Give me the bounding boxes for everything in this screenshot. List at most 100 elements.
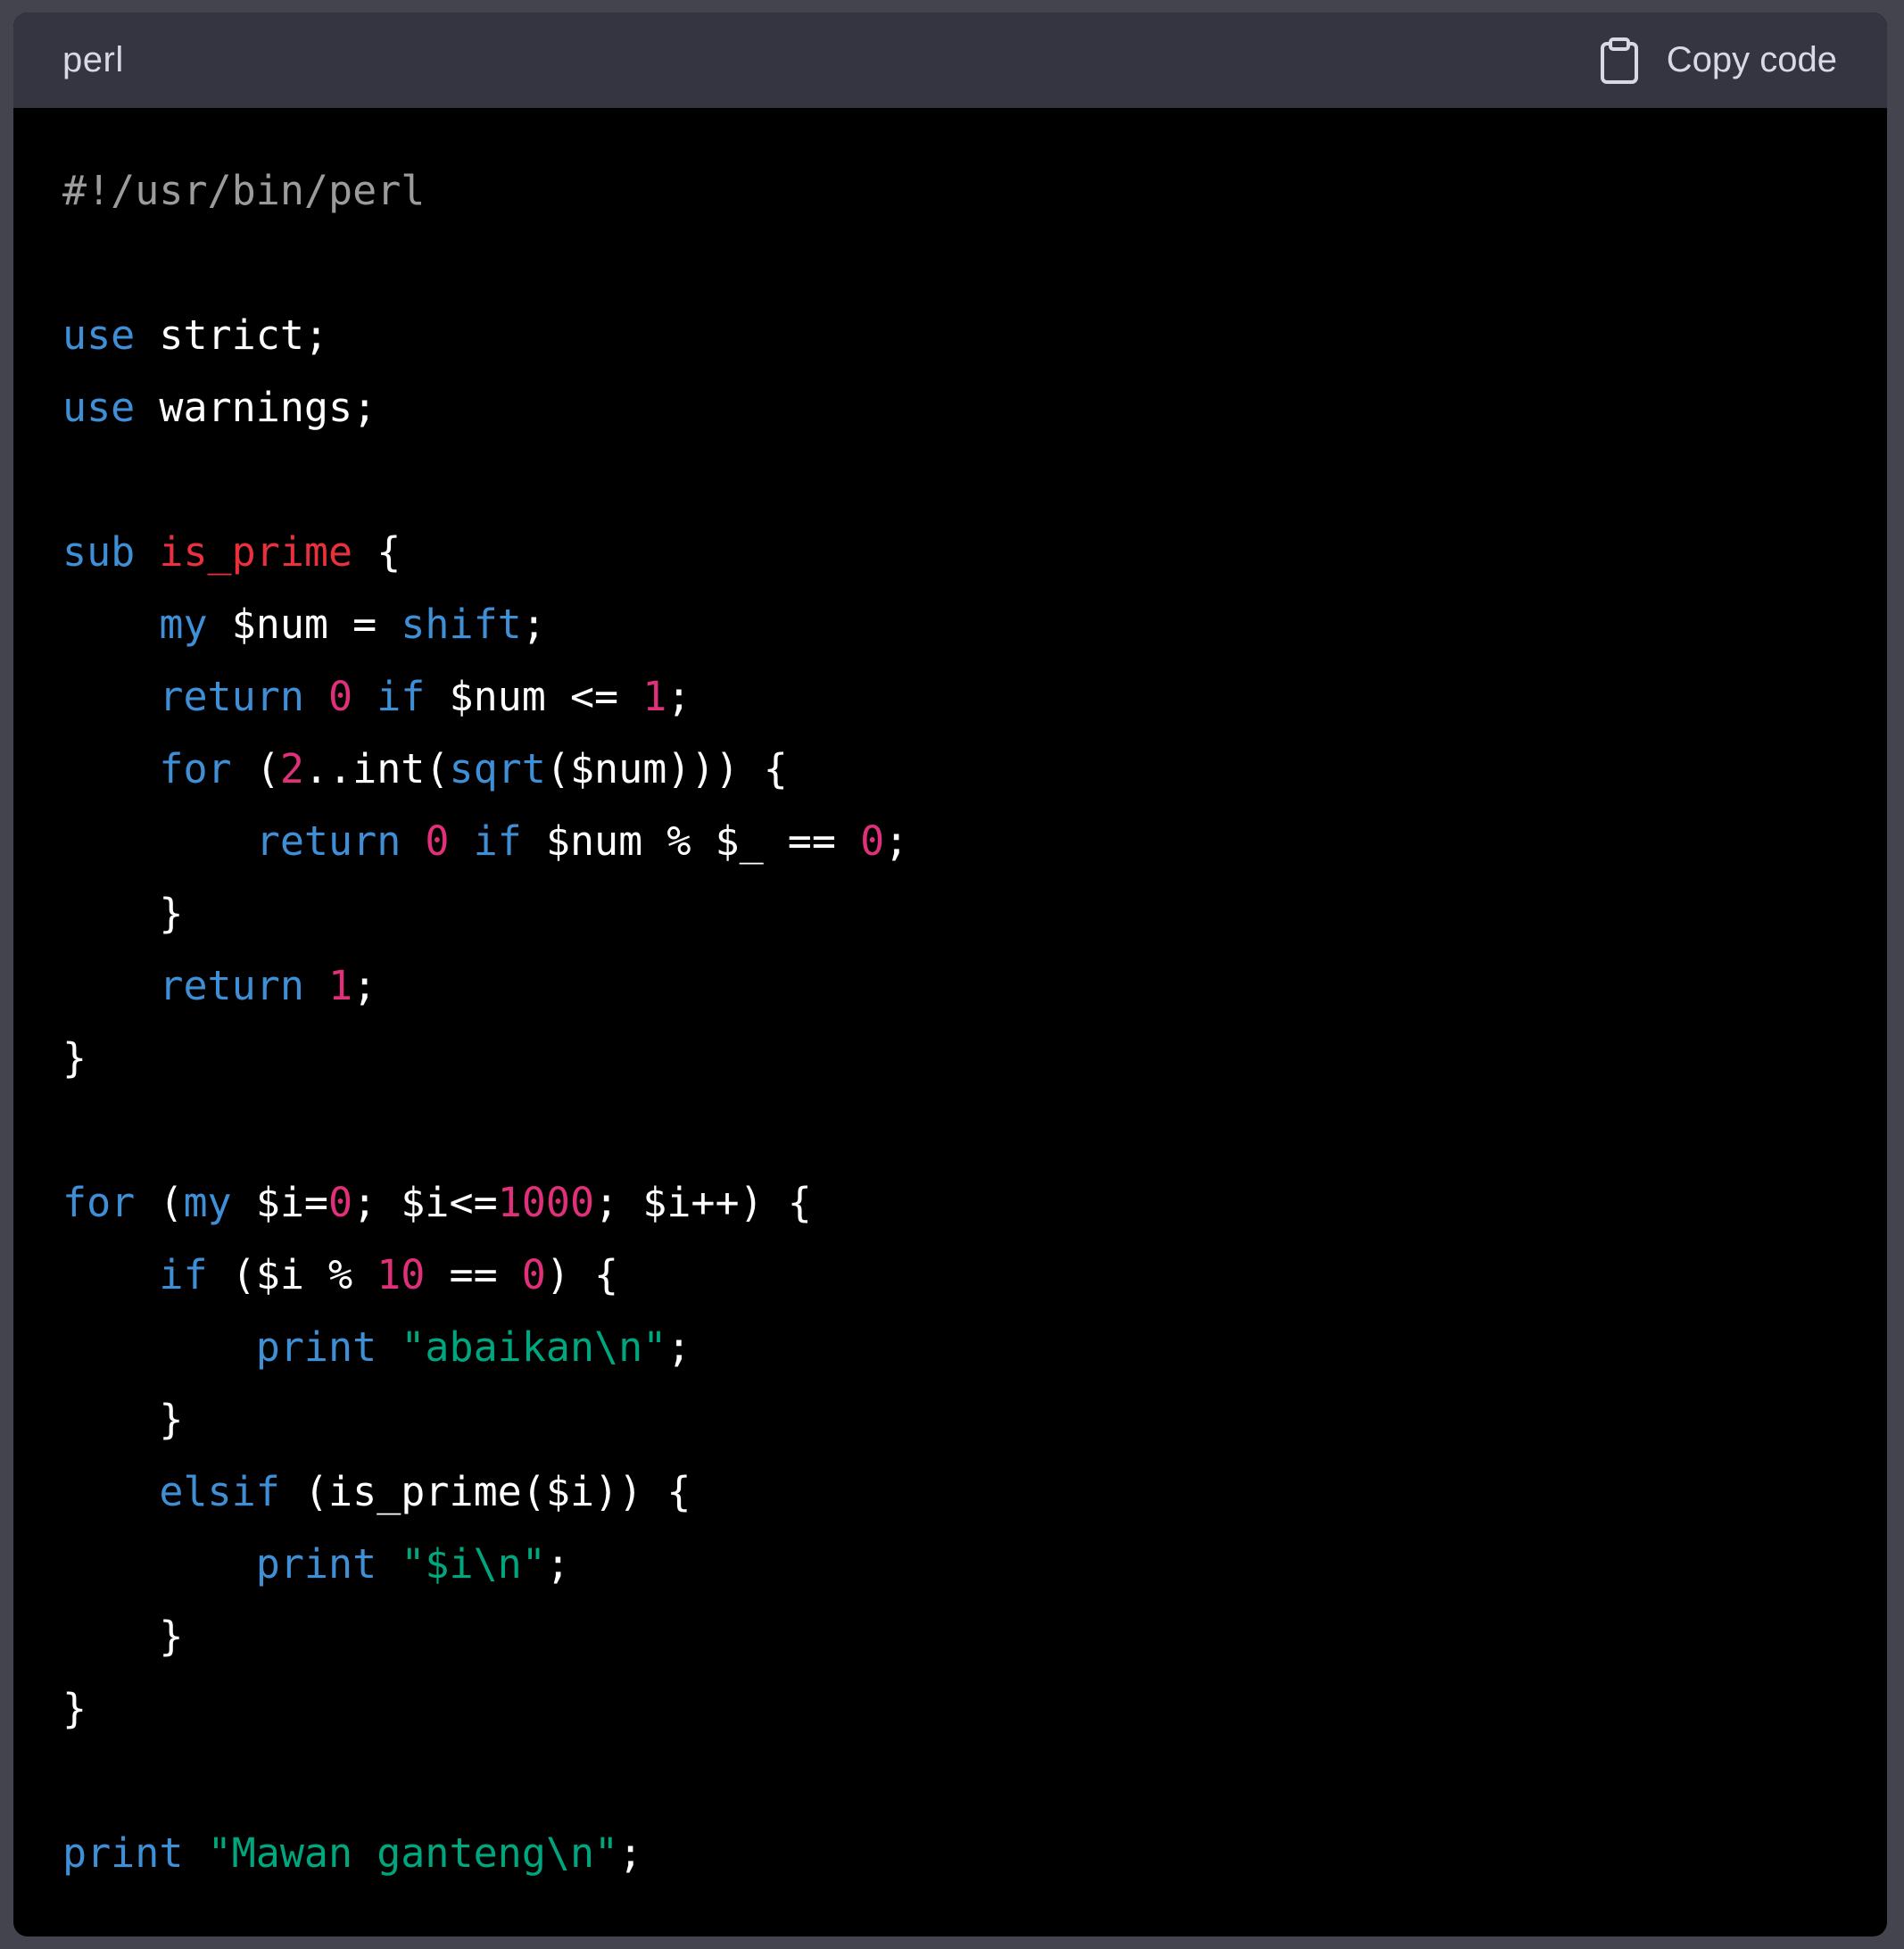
- code-token-keyword: if: [377, 673, 426, 720]
- code-token-plain: $i=: [231, 1179, 329, 1226]
- code-token-number: 1: [328, 962, 353, 1009]
- code-line: sub is_prime {: [62, 516, 1887, 588]
- copy-code-label: Copy code: [1666, 40, 1837, 79]
- code-token-number: 1: [642, 673, 667, 720]
- code-token-number: 0: [521, 1251, 546, 1298]
- code-line: use strict;: [62, 299, 1887, 371]
- code-token-keyword: print: [62, 1829, 184, 1877]
- code-token-plain: (: [135, 1179, 184, 1226]
- code-token-number: 0: [328, 673, 353, 720]
- code-token-plain: $num <=: [425, 673, 643, 720]
- code-token-keyword: print: [255, 1540, 377, 1588]
- code-token-keyword: my: [183, 1179, 232, 1226]
- code-token-plain: ;: [666, 1323, 691, 1371]
- code-line: }: [62, 877, 1887, 950]
- code-line: #!/usr/bin/perl: [62, 154, 1887, 227]
- code-token-keyword: my: [159, 601, 208, 648]
- page-background: perl Copy code #!/usr/bin/perl use stric…: [0, 0, 1904, 1949]
- code-token-plain: ; $i++) {: [594, 1179, 812, 1226]
- code-token-number: 0: [860, 817, 885, 865]
- code-token-keyword: use: [62, 311, 136, 359]
- code-token-number: 1000: [497, 1179, 595, 1226]
- code-token-plain: $num % $_ ==: [521, 817, 861, 865]
- code-token-keyword: shift: [401, 601, 522, 648]
- code-line: }: [62, 1600, 1887, 1672]
- code-token-func: is_prime: [159, 528, 353, 576]
- code-token-plain: ==: [425, 1251, 522, 1298]
- code-token-number: 10: [377, 1251, 426, 1298]
- language-label: perl: [62, 40, 124, 79]
- code-token-plain: ;: [884, 817, 909, 865]
- code-token-keyword: if: [159, 1251, 208, 1298]
- code-token-plain: }: [62, 1034, 87, 1082]
- code-line: }: [62, 1022, 1887, 1094]
- code-token-plain: {: [352, 528, 401, 576]
- code-token-keyword: use: [62, 384, 136, 431]
- code-block: perl Copy code #!/usr/bin/perl use stric…: [13, 12, 1887, 1937]
- code-block-header: perl Copy code: [13, 12, 1887, 108]
- code-line: if ($i % 10 == 0) {: [62, 1239, 1887, 1311]
- code-token-plain: ;: [618, 1829, 643, 1877]
- code-line: }: [62, 1672, 1887, 1745]
- code-token-plain: }: [62, 1685, 87, 1732]
- code-token-plain: ) {: [545, 1251, 619, 1298]
- code-token-plain: ;: [352, 962, 377, 1009]
- code-token-keyword: return: [255, 817, 401, 865]
- code-token-plain: strict;: [135, 311, 329, 359]
- code-token-plain: (: [231, 745, 280, 792]
- code-line: print "abaikan\n";: [62, 1311, 1887, 1383]
- code-line: }: [62, 1383, 1887, 1456]
- code-token-plain: ($i %: [207, 1251, 377, 1298]
- code-token-keyword: sqrt: [449, 745, 546, 792]
- code-token-plain: ;: [545, 1540, 570, 1588]
- code-token-keyword: for: [62, 1179, 136, 1226]
- code-token-plain: $num =: [207, 601, 401, 648]
- code-line: for (my $i=0; $i<=1000; $i++) {: [62, 1166, 1887, 1239]
- code-token-plain: ($num))) {: [545, 745, 788, 792]
- code-token-number: 0: [328, 1179, 353, 1226]
- copy-code-button[interactable]: Copy code: [1599, 37, 1837, 85]
- code-line: use warnings;: [62, 371, 1887, 444]
- code-line: return 0 if $num % $_ == 0;: [62, 805, 1887, 877]
- code-line: print "$i\n";: [62, 1528, 1887, 1600]
- code-area: #!/usr/bin/perl use strict; use warnings;…: [13, 108, 1887, 1889]
- code-token-plain: }: [62, 1396, 184, 1443]
- code-token-keyword: return: [159, 962, 304, 1009]
- code-line: elsif (is_prime($i)) {: [62, 1456, 1887, 1528]
- code-token-keyword: if: [473, 817, 522, 865]
- code-line: return 1;: [62, 950, 1887, 1022]
- code-token-plain: warnings;: [135, 384, 377, 431]
- code-line: print "Mawan ganteng\n";: [62, 1817, 1887, 1889]
- code-token-plain: ;: [666, 673, 691, 720]
- code-token-comment: #!/usr/bin/perl: [62, 167, 426, 214]
- code-token-string: "abaikan\n": [401, 1323, 667, 1371]
- code-token-keyword: sub: [62, 528, 136, 576]
- code-token-keyword: print: [255, 1323, 377, 1371]
- code-line: return 0 if $num <= 1;: [62, 660, 1887, 733]
- code-token-plain: ..int(: [303, 745, 450, 792]
- code-token-keyword: return: [159, 673, 304, 720]
- code-line: for (2..int(sqrt($num))) {: [62, 733, 1887, 805]
- code-token-plain: }: [62, 890, 184, 937]
